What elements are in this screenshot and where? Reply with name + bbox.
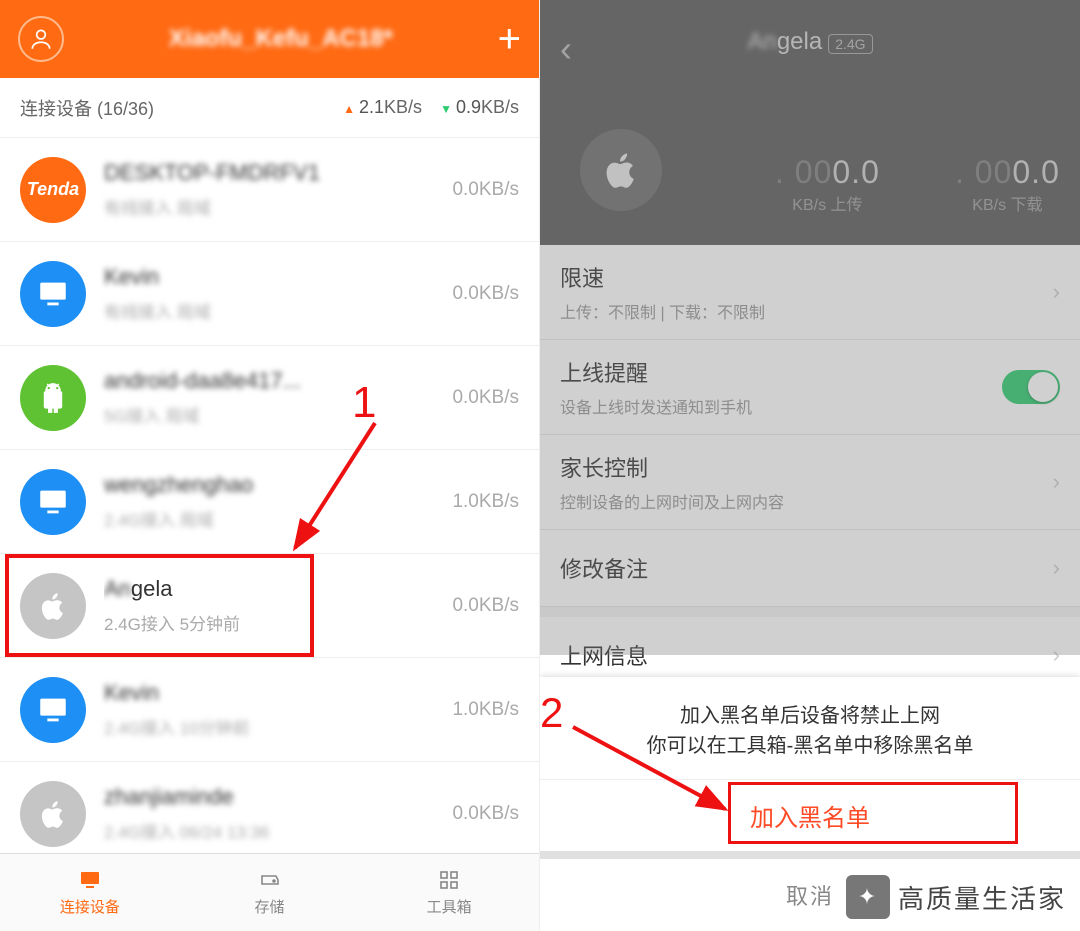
- device-name: android-daa8e417...: [104, 368, 452, 394]
- device-row[interactable]: wengzhenghao 2.4G接入 局域1.0KB/s: [0, 450, 539, 554]
- device-row[interactable]: Kevin 有线接入 局域0.0KB/s: [0, 242, 539, 346]
- toggle-online-alert[interactable]: [1002, 370, 1060, 404]
- add-icon[interactable]: +: [498, 19, 521, 59]
- device-title: Angela2.4G: [540, 28, 1080, 56]
- sheet-message: 加入黑名单后设备将禁止上网 你可以在工具箱-黑名单中移除黑名单: [540, 677, 1080, 779]
- device-speed: 1.0KB/s: [452, 699, 519, 721]
- device-speed: 0.0KB/s: [452, 387, 519, 409]
- summary-bar: 连接设备 (16/36) ▲2.1KB/s ▼0.9KB/s: [0, 78, 539, 138]
- device-speed: 0.0KB/s: [452, 595, 519, 617]
- apple-icon: [20, 781, 86, 847]
- opt-parental[interactable]: 家长控制控制设备的上网时间及上网内容 ›: [540, 435, 1080, 530]
- storage-icon: [256, 868, 284, 892]
- device-sub: 有线接入 局域: [104, 298, 452, 323]
- device-name: zhanjiaminde: [104, 784, 452, 810]
- chevron-right-icon: ›: [1053, 279, 1060, 305]
- device-row[interactable]: Tenda DESKTOP-FMDRFV1 有线接入 局域0.0KB/s: [0, 138, 539, 242]
- device-sub: 2.4G接入 5分钟前: [104, 610, 452, 635]
- opt-online-alert[interactable]: 上线提醒设备上线时发送通知到手机: [540, 340, 1080, 435]
- tab-tools[interactable]: 工具箱: [359, 854, 539, 931]
- top-bar: Xiaofu_Kefu_AC18* +: [0, 0, 539, 78]
- upload-stat: . 000.0 KB/s 上传: [775, 154, 880, 215]
- device-detail-screen: ‹ Angela2.4G . 000.0 KB/s 上传 . 000.0 KB/…: [540, 0, 1080, 931]
- device-name: Kevin: [104, 264, 452, 290]
- monitor-icon: [76, 868, 104, 892]
- band-badge: 2.4G: [828, 34, 872, 54]
- download-rate: ▼0.9KB/s: [440, 97, 519, 118]
- device-row[interactable]: android-daa8e417... 5G接入 局域0.0KB/s: [0, 346, 539, 450]
- device-sub: 2.4G接入 06/24 13:36: [104, 818, 452, 843]
- device-hero: ‹ Angela2.4G . 000.0 KB/s 上传 . 000.0 KB/…: [540, 0, 1080, 245]
- annotation-box-2: [728, 782, 1018, 844]
- android-icon: [20, 365, 86, 431]
- pc-icon: [20, 677, 86, 743]
- device-name: Angela: [104, 576, 452, 602]
- device-row[interactable]: Kevin 2.4G接入 10分钟前1.0KB/s: [0, 658, 539, 762]
- opt-speed-limit[interactable]: 限速上传：不限制 | 下载：不限制 ›: [540, 245, 1080, 340]
- connected-count: 连接设备 (16/36): [20, 95, 154, 121]
- annotation-2: 2: [540, 689, 563, 737]
- device-speed: 0.0KB/s: [452, 283, 519, 305]
- device-sub: 有线接入 局域: [104, 194, 452, 219]
- pc-icon: [20, 469, 86, 535]
- device-row[interactable]: Angela 2.4G接入 5分钟前0.0KB/s: [0, 554, 539, 658]
- device-speed: 0.0KB/s: [452, 803, 519, 825]
- device-list: TendaDESKTOP-FMDRFV1有线接入 局域0.0KB/sKevin有…: [0, 138, 539, 866]
- device-name: wengzhenghao: [104, 472, 452, 498]
- chevron-right-icon: ›: [1053, 555, 1060, 581]
- download-stat: . 000.0 KB/s 下载: [955, 154, 1060, 215]
- annotation-1: 1: [352, 378, 376, 428]
- device-sub: 5G接入 局域: [104, 402, 452, 427]
- apple-icon: [580, 129, 662, 211]
- device-speed: 0.0KB/s: [452, 179, 519, 201]
- tools-icon: [435, 868, 463, 892]
- device-sub: 2.4G接入 10分钟前: [104, 714, 452, 739]
- tab-devices[interactable]: 连接设备: [0, 854, 180, 931]
- router-name: Xiaofu_Kefu_AC18*: [64, 25, 498, 53]
- opt-rename[interactable]: 修改备注 ›: [540, 530, 1080, 607]
- device-name: DESKTOP-FMDRFV1: [104, 160, 452, 186]
- device-name: Kevin: [104, 680, 452, 706]
- upload-rate: ▲2.1KB/s: [343, 97, 422, 118]
- tab-storage[interactable]: 存储: [180, 854, 360, 931]
- device-speed: 1.0KB/s: [452, 491, 519, 513]
- watermark: ✦ 高质量生活家: [846, 875, 1066, 919]
- device-sub: 2.4G接入 局域: [104, 506, 452, 531]
- tenda-icon: Tenda: [20, 157, 86, 223]
- device-row[interactable]: zhanjiaminde 2.4G接入 06/24 13:360.0KB/s: [0, 762, 539, 866]
- profile-icon[interactable]: [18, 16, 64, 62]
- pc-icon: [20, 261, 86, 327]
- chevron-right-icon: ›: [1053, 642, 1060, 668]
- watermark-icon: ✦: [846, 875, 890, 919]
- bottom-tabs: 连接设备 存储 工具箱: [0, 853, 539, 931]
- chevron-right-icon: ›: [1053, 469, 1060, 495]
- device-list-screen: Xiaofu_Kefu_AC18* + 连接设备 (16/36) ▲2.1KB/…: [0, 0, 540, 931]
- apple-icon: [20, 573, 86, 639]
